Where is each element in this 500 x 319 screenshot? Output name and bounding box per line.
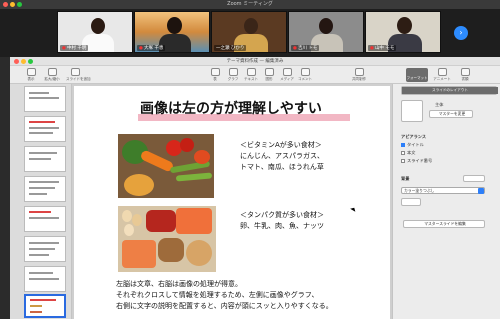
add-slide-button[interactable]: スライドを追加: [66, 68, 91, 82]
body-text[interactable]: 左脳は文章、右脳は画像の処理が得意。 それぞれクロスして情報を処理するため、左側…: [116, 279, 333, 312]
participant-name: 大塚 千恵: [143, 46, 164, 51]
participant-name: 中村 千明: [66, 46, 87, 51]
chart-button[interactable]: グラフ: [224, 68, 242, 82]
participant-name: 一之瀬 ひかり: [216, 46, 245, 51]
participant-avatar: [244, 18, 258, 34]
format-tab-button[interactable]: フォーマット: [406, 68, 428, 82]
animate-tab-button[interactable]: アニメート: [430, 68, 454, 82]
body-text-line: それぞれクロスして情報を処理するため、左側に画像やグラフ、: [116, 291, 319, 299]
table-button[interactable]: 表: [206, 68, 224, 82]
chevron-down-icon: [478, 188, 484, 194]
slide-canvas[interactable]: 画像は左の方が理解しやすい ＜ビタミンAが多い食材＞ にんじん、アスパラガス、 …: [72, 84, 392, 319]
muted-mic-icon: ●: [139, 46, 143, 51]
zoom-window-title: Zoom ミーティング: [0, 0, 500, 9]
slide-thumbnail[interactable]: [24, 206, 66, 232]
participant-tile-1[interactable]: ●中村 千明: [57, 11, 133, 53]
slide-navigator[interactable]: [10, 84, 72, 319]
muted-mic-icon: ●: [62, 46, 66, 51]
checkbox-unchecked-icon: [401, 151, 405, 155]
inspector-tabs: スライドのレイアウト: [401, 86, 498, 95]
title-checkbox[interactable]: タイトル: [401, 142, 424, 148]
caption-protein-heading[interactable]: ＜タンパク質が多い食材＞: [240, 210, 324, 221]
participant-avatar: [167, 17, 182, 34]
caption-vitamin-line2[interactable]: トマト、南瓜、ほうれん草: [240, 162, 324, 173]
participant-avatar: [397, 17, 412, 34]
slide-thumbnail[interactable]: [24, 236, 66, 262]
view-button[interactable]: 表示: [22, 68, 40, 82]
background-fill-select[interactable]: カラー塗りつぶし: [401, 187, 485, 194]
collaborate-button[interactable]: 共同制作: [350, 68, 368, 82]
slide-number-checkbox[interactable]: スライド番号: [401, 158, 432, 164]
close-window-icon[interactable]: [3, 2, 8, 7]
slide-thumbnail[interactable]: [24, 176, 66, 202]
checkbox-unchecked-icon: [401, 159, 405, 163]
muted-mic-icon: ●: [293, 46, 297, 51]
background-color-swatch[interactable]: [463, 175, 485, 182]
body-checkbox[interactable]: 本文: [401, 150, 415, 156]
vegetables-image[interactable]: [118, 134, 214, 198]
keynote-titlebar: テーマ資料作成 — 編集済み: [10, 57, 500, 66]
appearance-header: アピアランス: [401, 134, 427, 139]
text-button[interactable]: テキスト: [242, 68, 260, 82]
caption-vitamin-line1[interactable]: にんじん、アスパラガス、: [240, 151, 324, 162]
comment-button[interactable]: コメント: [296, 68, 314, 82]
slide-thumbnail[interactable]: [24, 116, 66, 142]
slide-thumbnail[interactable]: [24, 86, 66, 112]
participant-name: 吉川 トモ: [297, 46, 318, 51]
zoom-button[interactable]: 拡大/縮小: [43, 68, 61, 82]
minimize-window-icon[interactable]: [10, 2, 15, 7]
animate-icon: [437, 68, 447, 76]
participant-tile-4[interactable]: ●吉川 トモ: [288, 11, 364, 53]
current-slide[interactable]: 画像は左の方が理解しやすい ＜ビタミンAが多い食材＞ にんじん、アスパラガス、 …: [74, 86, 390, 319]
participant-avatar: [91, 18, 105, 34]
media-button[interactable]: メディア: [278, 68, 296, 82]
document-title: テーマ資料作成 — 編集済み: [226, 59, 284, 64]
participant-tile-5[interactable]: ●山中 モモ: [365, 11, 441, 53]
body-text-line: 左脳は文章、右脳は画像の処理が得意。: [116, 280, 242, 288]
chart-icon: [228, 68, 238, 76]
zoom-participant-strip: Zoom ミーティング ●中村 千明 ●大塚 千恵 一之瀬 ひかり ●吉川 トモ…: [0, 0, 500, 57]
participant-tile-3[interactable]: 一之瀬 ひかり: [211, 11, 287, 53]
add-slide-icon: [70, 68, 80, 76]
participant-name: 山中 モモ: [374, 46, 395, 51]
collaborate-icon: [354, 68, 364, 76]
caption-protein-line1[interactable]: 卵、牛乳、肉、魚、ナッツ: [240, 221, 324, 232]
background-header: 背景: [401, 176, 410, 181]
participant-avatar: [319, 18, 333, 34]
keynote-window: テーマ資料作成 — 編集済み 表示 拡大/縮小 スライドを追加 表 グラフ テキ…: [10, 57, 500, 319]
document-tab-button[interactable]: 書類: [456, 68, 474, 82]
muted-mic-icon: ●: [370, 46, 374, 51]
layout-name: 主体: [435, 102, 444, 107]
checkbox-checked-icon: [401, 143, 405, 147]
participant-tile-2[interactable]: ●大塚 千恵: [134, 11, 210, 53]
document-icon: [460, 68, 470, 76]
next-participants-button[interactable]: ›: [454, 26, 468, 40]
slide-thumbnail-selected[interactable]: [24, 294, 66, 318]
change-master-button[interactable]: マスターを変更: [429, 110, 473, 118]
maximize-window-icon[interactable]: [17, 2, 22, 7]
body-text-line: 右側に文字の説明を配置すると、内容が頭にスッと入りやすくなる。: [116, 302, 333, 310]
caption-vitamin-heading[interactable]: ＜ビタミンAが多い食材＞: [240, 140, 322, 151]
slide-title[interactable]: 画像は左の方が理解しやすい: [140, 98, 322, 118]
protein-foods-image[interactable]: [118, 206, 216, 272]
zoom-icon: [47, 68, 57, 76]
media-icon: [282, 68, 292, 76]
keynote-toolbar: 表示 拡大/縮小 スライドを追加 表 グラフ テキスト 図形 メディア コメント…: [10, 66, 500, 84]
slide-thumbnail[interactable]: [24, 266, 66, 292]
edit-master-slide-button[interactable]: マスタースライドを編集: [403, 220, 485, 228]
table-icon: [210, 68, 220, 76]
slide-thumbnail[interactable]: [24, 146, 66, 172]
format-inspector: スライドのレイアウト 主体 マスターを変更 アピアランス タイトル 本文 スライ…: [392, 84, 500, 319]
view-icon: [26, 68, 36, 76]
tab-slide-layout[interactable]: スライドのレイアウト: [402, 87, 498, 94]
text-icon: [246, 68, 256, 76]
shape-button[interactable]: 図形: [260, 68, 278, 82]
background-color-well[interactable]: [401, 198, 421, 206]
shape-icon: [264, 68, 274, 76]
comment-icon: [300, 68, 310, 76]
chevron-right-icon: ›: [459, 28, 463, 37]
layout-preview[interactable]: [401, 100, 423, 122]
